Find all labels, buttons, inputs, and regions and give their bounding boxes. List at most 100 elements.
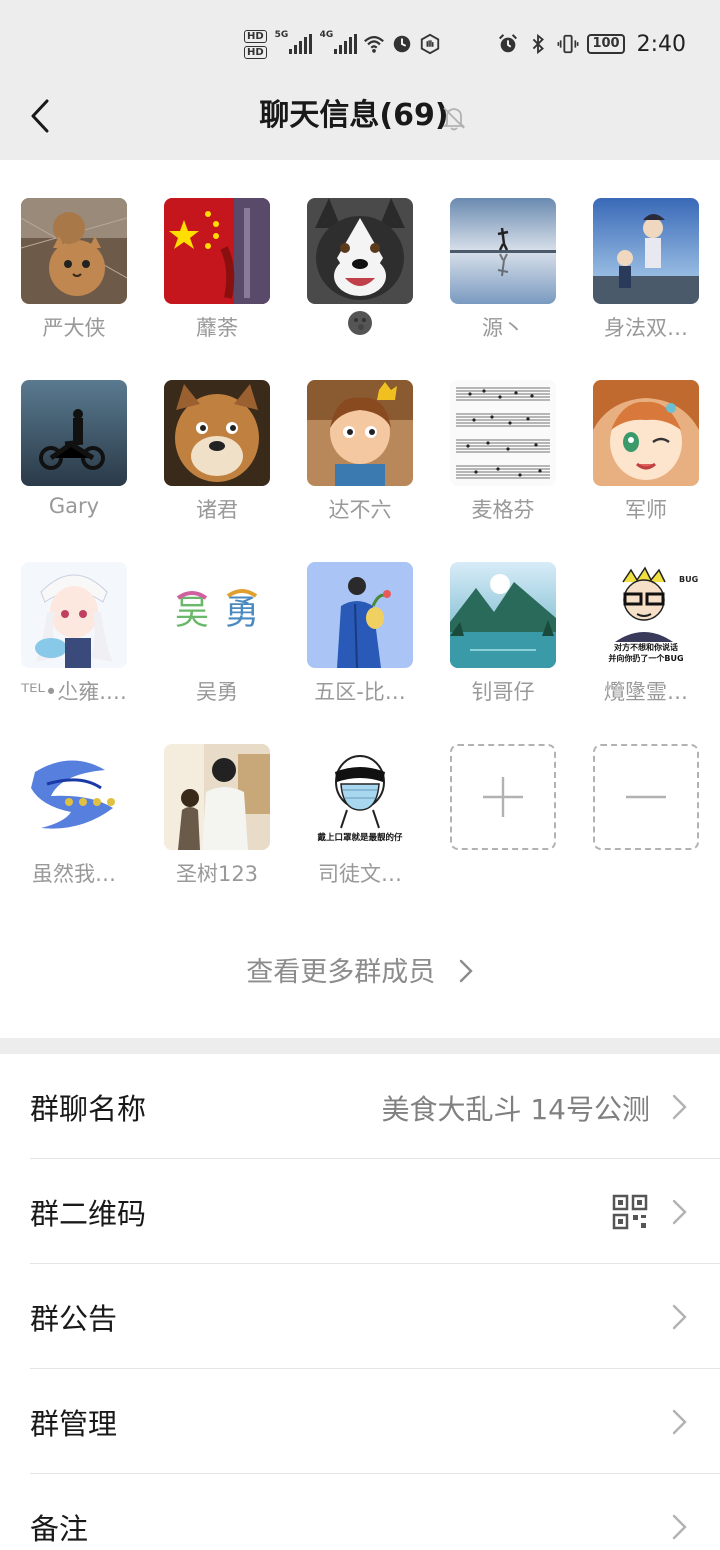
row-label: 备注 xyxy=(30,1512,89,1546)
member-avatar[interactable] xyxy=(307,198,413,304)
vibrate-icon xyxy=(558,34,579,54)
member-item[interactable]: 虽然我… xyxy=(0,706,142,886)
chevron-right-icon xyxy=(672,1514,687,1540)
chevron-right-icon xyxy=(672,1199,687,1225)
row-label: 群聊名称 xyxy=(30,1092,147,1126)
nav-bar: 聊天信息(69) xyxy=(0,86,720,160)
member-avatar[interactable] xyxy=(21,380,127,486)
member-avatar[interactable] xyxy=(593,198,699,304)
group-announcement-row[interactable]: 群公告 xyxy=(0,1264,720,1369)
member-item[interactable]: 身法双… xyxy=(572,160,714,340)
wifi-icon xyxy=(363,36,384,53)
member-name: 圣树123 xyxy=(175,862,259,886)
member-name: 诸君 xyxy=(196,498,238,522)
mute-bell-icon xyxy=(442,107,466,131)
chevron-right-icon xyxy=(672,1094,687,1120)
row-label: 群管理 xyxy=(30,1407,118,1441)
svg-text:并向你扔了一个BUG: 并向你扔了一个BUG xyxy=(608,653,683,663)
view-more-members-link[interactable]: 查看更多群成员 xyxy=(0,950,720,989)
battery-icon: 100 xyxy=(587,34,625,54)
member-item[interactable]: 源丶 xyxy=(429,160,571,340)
member-item[interactable]: 戴上口罩就是最靓的仔 司徒文… xyxy=(286,706,428,886)
row-label: 群二维码 xyxy=(30,1197,147,1231)
remark-row[interactable]: 备注 xyxy=(0,1474,720,1550)
member-avatar[interactable] xyxy=(307,380,413,486)
member-avatar[interactable]: 戴上口罩就是最靓的仔 xyxy=(307,744,413,850)
page-title: 聊天信息(69) xyxy=(259,98,449,133)
member-avatar[interactable] xyxy=(164,744,270,850)
new-moon-emoji-icon xyxy=(348,311,372,335)
qr-code-icon xyxy=(612,1194,648,1230)
member-avatar[interactable] xyxy=(450,562,556,668)
member-avatar[interactable]: 吴勇 xyxy=(164,562,270,668)
member-name: 严大侠 xyxy=(42,316,106,340)
member-name: 麦格芬 xyxy=(471,498,535,522)
clock: 2:40 xyxy=(636,31,686,57)
member-name: 达不六 xyxy=(328,498,392,522)
member-name: 爦墬霊… xyxy=(604,680,688,704)
chevron-right-icon xyxy=(672,1409,687,1435)
settings-list: 群聊名称 美食大乱斗 14号公测 群二维码 群公告 群管理 备注 xyxy=(0,1054,720,1550)
member-name: 蘼荼 xyxy=(196,316,238,340)
member-name: 五区-比… xyxy=(314,680,406,704)
member-grid: 严大侠 蘼荼 源丶 身法双… Gary 诸君 达不六 麦格芬 军师 ᵀᴱᴸ•尐雍… xyxy=(0,160,720,1038)
member-name: 身法双… xyxy=(604,316,688,340)
remove-member-button[interactable] xyxy=(572,706,714,886)
member-item[interactable]: 严大侠 xyxy=(0,160,142,340)
member-item[interactable]: 诸君 xyxy=(143,342,285,522)
member-name: ᵀᴱᴸ•尐雍.… xyxy=(21,680,127,704)
svg-text:戴上口罩就是最靓的仔: 戴上口罩就是最靓的仔 xyxy=(317,832,403,843)
svg-text:勇: 勇 xyxy=(225,593,259,633)
member-item[interactable]: 吴勇 吴勇 xyxy=(143,524,285,704)
member-name: 司徒文… xyxy=(318,862,402,886)
member-avatar[interactable] xyxy=(450,198,556,304)
group-management-row[interactable]: 群管理 xyxy=(0,1369,720,1474)
minus-icon xyxy=(626,795,666,799)
member-item[interactable]: 达不六 xyxy=(286,342,428,522)
signal-4g-icon: 4G xyxy=(318,30,357,54)
member-item[interactable]: 钊哥仔 xyxy=(429,524,571,704)
member-avatar[interactable] xyxy=(450,380,556,486)
member-avatar[interactable] xyxy=(164,198,270,304)
member-item[interactable]: 蘼荼 xyxy=(143,160,285,340)
member-item[interactable]: 圣树123 xyxy=(143,706,285,886)
member-item[interactable]: BUG 对方不想和你说话 并向你扔了一个BUG 爦墬霊… xyxy=(572,524,714,704)
member-item[interactable]: 军师 xyxy=(572,342,714,522)
group-name-row[interactable]: 群聊名称 美食大乱斗 14号公测 xyxy=(0,1054,720,1159)
alarm-icon xyxy=(499,34,518,53)
member-avatar[interactable] xyxy=(21,198,127,304)
svg-text:BUG: BUG xyxy=(679,575,698,584)
svg-text:吴: 吴 xyxy=(175,593,209,633)
view-more-members-label: 查看更多群成员 xyxy=(246,957,436,988)
row-label: 群公告 xyxy=(30,1302,118,1336)
remove-member-box[interactable] xyxy=(593,744,699,850)
add-member-button[interactable] xyxy=(429,706,571,886)
bluetooth-icon xyxy=(533,33,545,55)
group-name-value: 美食大乱斗 14号公测 xyxy=(381,1093,650,1126)
member-avatar[interactable] xyxy=(593,380,699,486)
member-name: 钊哥仔 xyxy=(471,680,535,704)
hd-badge-1: HD xyxy=(244,29,267,43)
svg-text:对方不想和你说话: 对方不想和你说话 xyxy=(614,642,678,652)
member-avatar[interactable] xyxy=(21,744,127,850)
add-member-box[interactable] xyxy=(450,744,556,850)
member-name: 虽然我… xyxy=(32,862,116,886)
hand-icon xyxy=(420,33,439,55)
plus-icon xyxy=(483,777,523,817)
signal-5g-icon: 5G xyxy=(273,30,312,54)
member-item[interactable]: Gary xyxy=(0,342,142,522)
chevron-right-icon xyxy=(459,959,473,983)
member-name: 吴勇 xyxy=(196,680,238,704)
member-avatar[interactable] xyxy=(21,562,127,668)
member-avatar[interactable] xyxy=(164,380,270,486)
member-item[interactable]: 五区-比… xyxy=(286,524,428,704)
member-item[interactable]: 麦格芬 xyxy=(429,342,571,522)
member-item[interactable] xyxy=(286,160,428,340)
member-avatar[interactable] xyxy=(307,562,413,668)
member-name: 源丶 xyxy=(482,316,524,340)
member-avatar[interactable]: BUG 对方不想和你说话 并向你扔了一个BUG xyxy=(593,562,699,668)
member-item[interactable]: ᵀᴱᴸ•尐雍.… xyxy=(0,524,142,704)
timer-icon xyxy=(393,35,410,53)
status-bar: HD HD 5G 4G 100 2:40 xyxy=(0,0,720,86)
group-qr-code-row[interactable]: 群二维码 xyxy=(0,1159,720,1264)
